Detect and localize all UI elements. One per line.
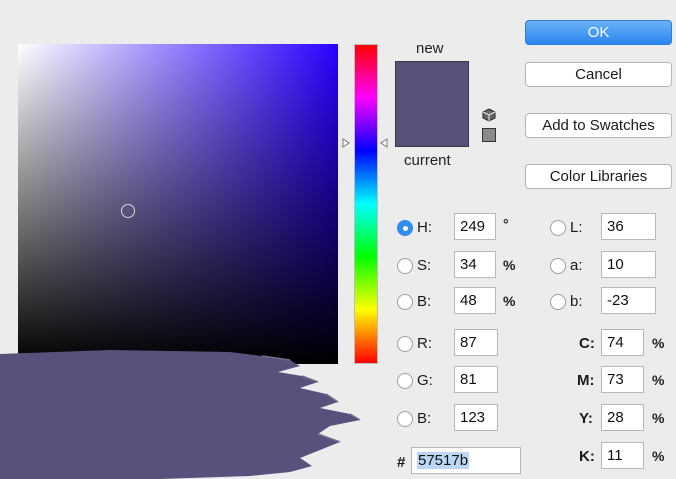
s-input[interactable]: 34 (454, 251, 496, 278)
a-label: a: (570, 257, 583, 274)
lab-b-input[interactable]: -23 (601, 287, 656, 314)
color-libraries-button[interactable]: Color Libraries (525, 164, 672, 189)
m-label: M: (577, 372, 595, 389)
cancel-button[interactable]: Cancel (525, 62, 672, 87)
h-input[interactable]: 249 (454, 213, 496, 240)
slider-arrow-left-icon[interactable] (380, 138, 388, 148)
radio-a[interactable] (550, 258, 566, 274)
y-input[interactable]: 28 (601, 404, 644, 431)
b-brightness-input[interactable]: 48 (454, 287, 496, 314)
radio-b-brightness[interactable] (397, 294, 413, 310)
color-preview (395, 61, 469, 147)
lab-b-label: b: (570, 293, 583, 310)
c-input[interactable]: 74 (601, 329, 644, 356)
hex-input[interactable]: 57517b (411, 447, 521, 474)
b-blue-label: B: (417, 410, 432, 427)
current-color-label: current (404, 152, 451, 169)
hex-label: # (397, 454, 406, 471)
r-label: R: (417, 335, 432, 352)
out-of-gamut-cube-icon[interactable] (482, 108, 496, 122)
g-label: G: (417, 372, 433, 389)
radio-g[interactable] (397, 373, 413, 389)
l-label: L: (570, 219, 583, 236)
percent-unit: % (652, 448, 665, 464)
s-label: S: (417, 257, 432, 274)
percent-unit: % (503, 293, 516, 309)
percent-unit: % (503, 257, 516, 273)
percent-unit: % (652, 372, 665, 388)
h-label: H: (417, 219, 432, 236)
percent-unit: % (652, 335, 665, 351)
color-field[interactable] (18, 44, 338, 364)
l-input[interactable]: 36 (601, 213, 656, 240)
new-color-label: new (416, 40, 444, 57)
b-brightness-label: B: (417, 293, 432, 310)
radio-l[interactable] (550, 220, 566, 236)
add-to-swatches-button[interactable]: Add to Swatches (525, 113, 672, 138)
ok-button[interactable]: OK (525, 20, 672, 45)
degree-unit: ° (503, 216, 509, 232)
paint-smear-overlay (0, 350, 361, 479)
color-picker-circle[interactable] (121, 204, 135, 218)
k-input[interactable]: 11 (601, 442, 644, 469)
hue-slider[interactable] (354, 44, 378, 364)
b-blue-input[interactable]: 123 (454, 404, 498, 431)
percent-unit: % (652, 410, 665, 426)
slider-arrow-right-icon[interactable] (342, 138, 350, 148)
radio-h[interactable] (397, 220, 413, 236)
y-label: Y: (579, 410, 593, 427)
hex-value: 57517b (417, 452, 470, 469)
radio-s[interactable] (397, 258, 413, 274)
k-label: K: (579, 448, 595, 465)
radio-lab-b[interactable] (550, 294, 566, 310)
g-input[interactable]: 81 (454, 366, 498, 393)
c-label: C: (579, 335, 595, 352)
radio-r[interactable] (397, 336, 413, 352)
m-input[interactable]: 73 (601, 366, 644, 393)
web-safe-swatch-icon[interactable] (482, 128, 496, 142)
radio-b-blue[interactable] (397, 411, 413, 427)
r-input[interactable]: 87 (454, 329, 498, 356)
a-input[interactable]: 10 (601, 251, 656, 278)
